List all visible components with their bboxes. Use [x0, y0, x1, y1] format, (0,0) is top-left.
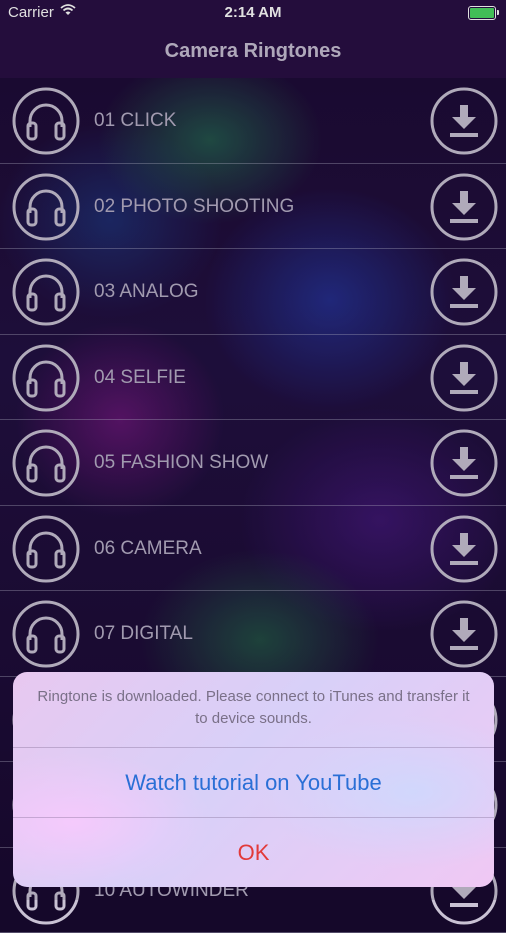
download-alert: Ringtone is downloaded. Please connect t…	[13, 672, 494, 887]
watch-tutorial-button[interactable]: Watch tutorial on YouTube	[13, 748, 494, 817]
ok-button[interactable]: OK	[13, 818, 494, 887]
alert-message: Ringtone is downloaded. Please connect t…	[33, 686, 474, 730]
